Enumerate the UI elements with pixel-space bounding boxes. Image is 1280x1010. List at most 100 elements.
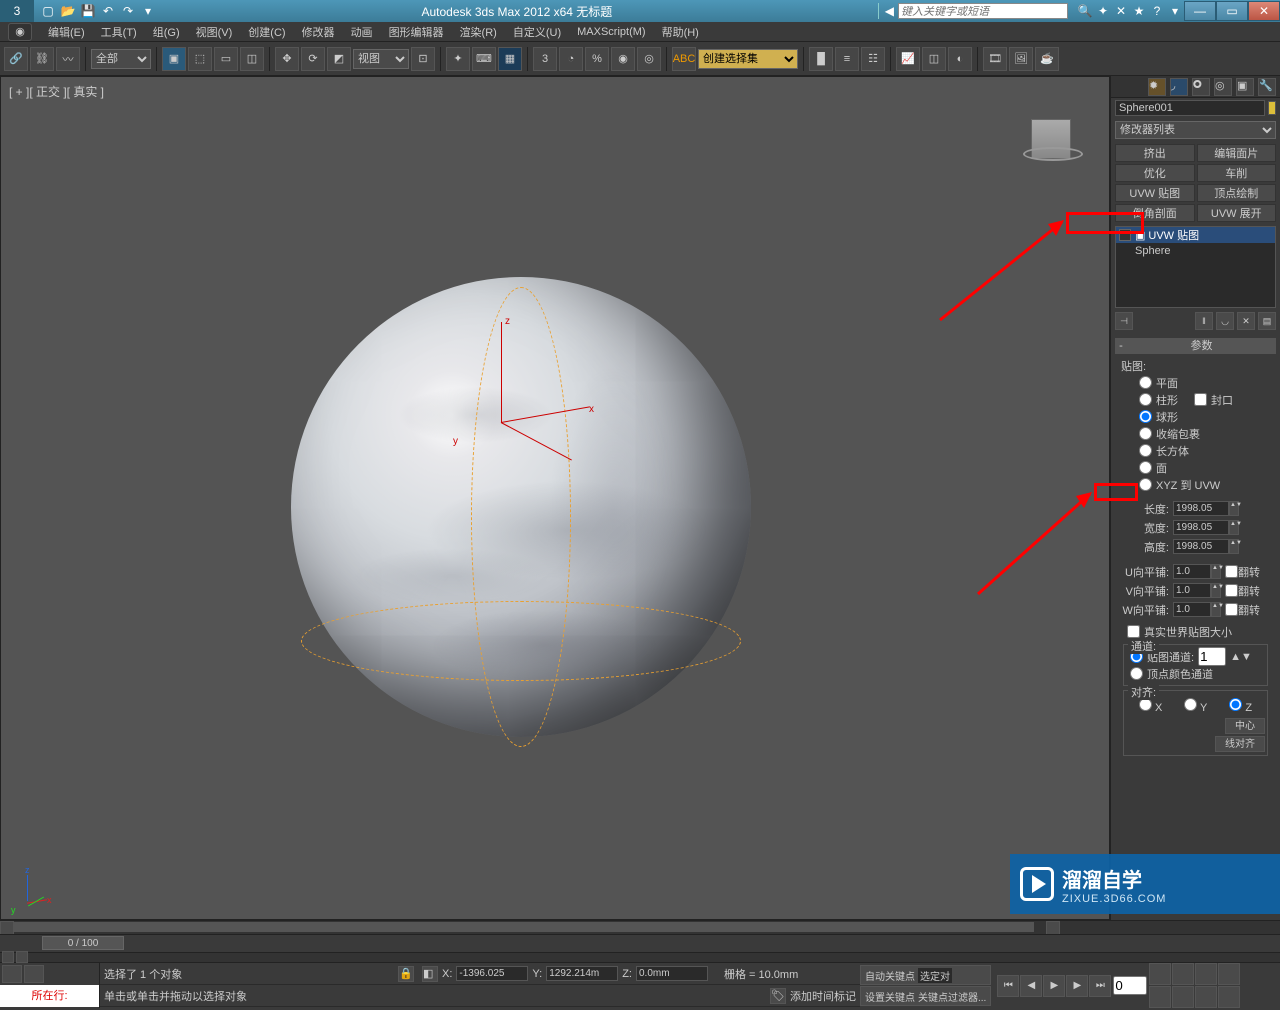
search-icon[interactable]: 🔍 [1076, 2, 1094, 20]
menu-anim[interactable]: 动画 [343, 24, 381, 40]
close-button[interactable]: ✕ [1248, 1, 1280, 21]
hierarchy-tab-icon[interactable]: 🞉 [1192, 78, 1210, 96]
goto-start-icon[interactable]: ⏮ [997, 975, 1019, 997]
material-editor-icon[interactable]: ◐ [948, 47, 972, 71]
setkey-button[interactable]: 设置关键点 关键点过滤器... [860, 986, 991, 1006]
remove-modifier-icon[interactable]: ✕ [1237, 312, 1255, 330]
selection-filter-dropdown[interactable]: 全部 [91, 49, 151, 69]
window-crossing-icon[interactable]: ◫ [240, 47, 264, 71]
viewport[interactable]: [ + ][ 正交 ][ 真实 ] z y x z x y [0, 76, 1110, 920]
unlink-icon[interactable]: ⛓ [30, 47, 54, 71]
keyboard-shortcut-icon[interactable]: ⌨ [472, 47, 496, 71]
next-frame-icon[interactable]: ▶ [1066, 975, 1088, 997]
move-icon[interactable]: ✥ [275, 47, 299, 71]
snap-3-icon[interactable]: 3 [533, 47, 557, 71]
align-y-radio[interactable] [1184, 698, 1197, 711]
exchange-icon[interactable]: ✕ [1112, 2, 1130, 20]
trackbar-key-icon[interactable] [2, 951, 14, 963]
search-field[interactable] [899, 6, 1067, 18]
align-z-radio[interactable] [1229, 698, 1242, 711]
vcolchannel-radio[interactable] [1130, 667, 1143, 680]
layers-icon[interactable]: ☷ [861, 47, 885, 71]
create-tab-icon[interactable]: ✹ [1148, 78, 1166, 96]
refcoord-dropdown[interactable]: 视图 [353, 49, 409, 69]
orbit-icon[interactable] [1195, 986, 1217, 1008]
mod-btn-vpaint[interactable]: 顶点绘制 [1197, 184, 1277, 202]
add-time-tag[interactable]: 添加时间标记 [790, 988, 856, 1004]
mod-btn-extrude[interactable]: 挤出 [1115, 144, 1195, 162]
cap-checkbox[interactable] [1194, 393, 1207, 406]
make-unique-icon[interactable]: ◡ [1216, 312, 1234, 330]
lock-selection-icon[interactable]: 🔒 [398, 966, 414, 982]
x-coord-input[interactable] [456, 966, 528, 981]
help-dropdown-icon[interactable]: ▾ [1166, 2, 1184, 20]
current-frame-input[interactable] [1113, 976, 1147, 995]
pivot-icon[interactable]: ⊡ [411, 47, 435, 71]
display-tab-icon[interactable]: ▣ [1236, 78, 1254, 96]
motion-tab-icon[interactable]: ◎ [1214, 78, 1232, 96]
percent-snap-icon[interactable]: % [585, 47, 609, 71]
menu-customize[interactable]: 自定义(U) [505, 24, 569, 40]
menu-render[interactable]: 渲染(R) [452, 24, 505, 40]
prev-frame-icon[interactable]: ◀ [1020, 975, 1042, 997]
snap-toggle-icon[interactable]: ▦ [498, 47, 522, 71]
render-setup-icon[interactable]: 🎞 [983, 47, 1007, 71]
help-icon[interactable]: ? [1148, 2, 1166, 20]
listener-icon[interactable] [24, 965, 44, 983]
wflip-checkbox[interactable] [1225, 603, 1238, 616]
goto-end-icon[interactable]: ⏭ [1089, 975, 1111, 997]
wtile-spinner[interactable] [1173, 602, 1211, 617]
curve-editor-icon[interactable]: 📈 [896, 47, 920, 71]
maxscript-mini-icon[interactable] [2, 965, 22, 983]
menu-grapheditor[interactable]: 图形编辑器 [381, 24, 452, 40]
utile-spinner[interactable] [1173, 564, 1211, 579]
vflip-checkbox[interactable] [1225, 584, 1238, 597]
menu-tools[interactable]: 工具(T) [93, 24, 145, 40]
time-slider[interactable]: 0 / 100 [0, 934, 1280, 952]
bind-icon[interactable]: 〰 [56, 47, 80, 71]
map-box-radio[interactable] [1139, 444, 1152, 457]
named-selection-dropdown[interactable]: 创建选择集 [698, 49, 798, 69]
zoom-all-icon[interactable] [1172, 963, 1194, 985]
modify-tab-icon[interactable]: ◞ [1170, 78, 1188, 96]
width-spinner[interactable] [1173, 520, 1229, 535]
rollout-params-title[interactable]: -参数 [1115, 338, 1276, 354]
viewport-scrollbar[interactable] [0, 920, 1280, 934]
mapchannel-spinner[interactable] [1198, 647, 1226, 666]
modifier-stack[interactable]: ▣ UVW 贴图 Sphere [1115, 226, 1276, 308]
pin-stack-icon[interactable]: ⊣ [1115, 312, 1133, 330]
back-icon[interactable]: ◀ [885, 4, 894, 18]
maximize-viewport-icon[interactable] [1218, 986, 1240, 1008]
viewcube[interactable] [1023, 115, 1079, 171]
scroll-thumb[interactable] [14, 922, 1034, 932]
configure-sets-icon[interactable]: ▤ [1258, 312, 1276, 330]
coord-display-icon[interactable]: ◧ [422, 966, 438, 982]
utilities-tab-icon[interactable]: 🔧 [1258, 78, 1276, 96]
new-icon[interactable]: ▢ [38, 2, 58, 20]
undo-icon[interactable]: ↶ [98, 2, 118, 20]
spinner-arrows-icon[interactable]: ▲▼ [1229, 539, 1239, 554]
link-icon[interactable]: 🔗 [4, 47, 28, 71]
app-logo[interactable]: 3 [0, 0, 34, 22]
object-color-swatch[interactable] [1268, 101, 1276, 115]
object-name-input[interactable] [1115, 100, 1265, 116]
track-bar[interactable] [0, 952, 1280, 962]
render-frame-icon[interactable]: 🖼 [1009, 47, 1033, 71]
menu-maxscript[interactable]: MAXScript(M) [569, 26, 653, 38]
menu-create[interactable]: 创建(C) [240, 24, 293, 40]
uflip-checkbox[interactable] [1225, 565, 1238, 578]
map-spherical-radio[interactable] [1139, 410, 1152, 423]
stack-row-sphere[interactable]: Sphere [1116, 243, 1275, 259]
rotate-icon[interactable]: ⟳ [301, 47, 325, 71]
pan-icon[interactable] [1172, 986, 1194, 1008]
mod-btn-uvwunwrap[interactable]: UVW 展开 [1197, 204, 1277, 222]
map-cylindrical-radio[interactable] [1139, 393, 1152, 406]
z-coord-input[interactable] [636, 966, 708, 981]
height-spinner[interactable] [1173, 539, 1229, 554]
align-icon[interactable]: ≡ [835, 47, 859, 71]
select-rect-icon[interactable]: ▭ [214, 47, 238, 71]
align-center-button[interactable]: 中心 [1225, 718, 1265, 734]
map-planar-radio[interactable] [1139, 376, 1152, 389]
menu-edit[interactable]: 编辑(E) [40, 24, 93, 40]
mirror-icon[interactable]: ▐▌ [809, 47, 833, 71]
